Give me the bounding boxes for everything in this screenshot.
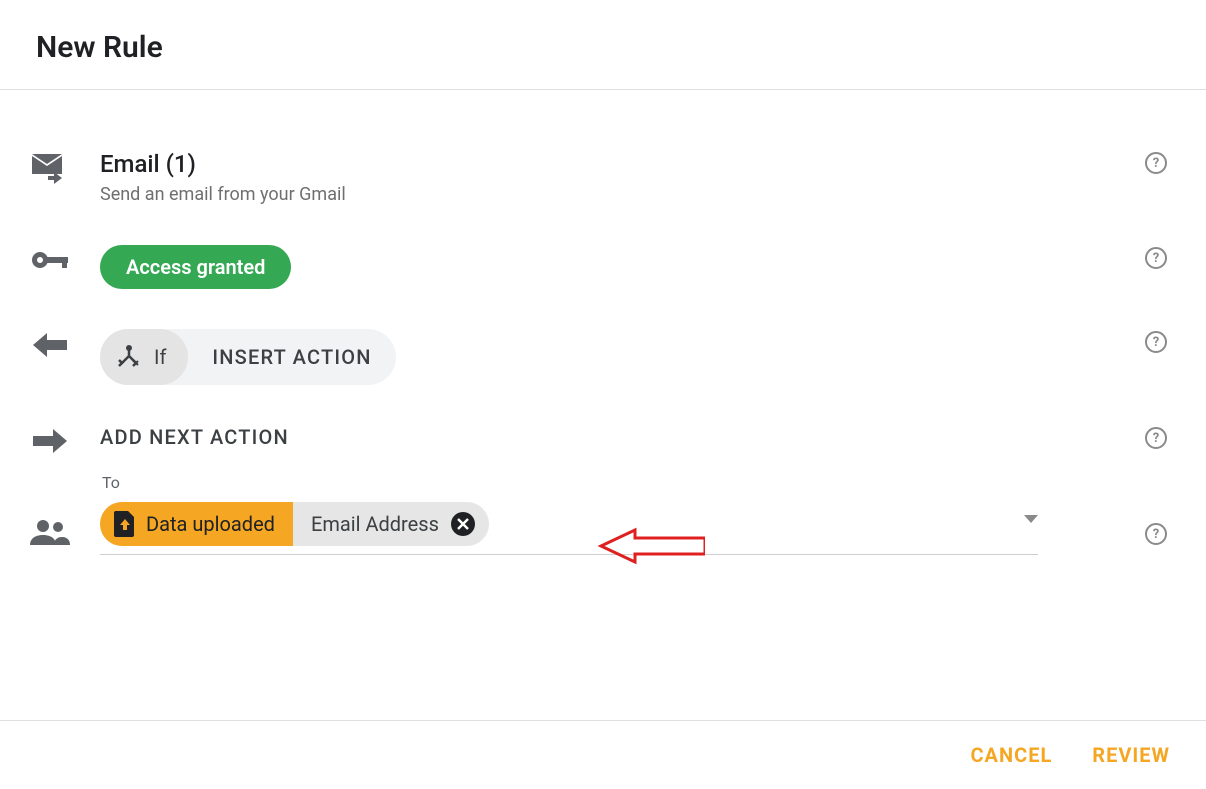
chip-field: Email Address (293, 502, 489, 546)
if-condition-chip[interactable]: If (100, 329, 188, 385)
review-button[interactable]: REVIEW (1092, 743, 1170, 767)
chip-source-label: Data uploaded (146, 512, 275, 536)
chip-field-label: Email Address (311, 512, 439, 536)
chip-source: Data uploaded (100, 502, 293, 546)
dropdown-caret-icon[interactable] (1024, 508, 1038, 527)
page-title: New Rule (36, 30, 1170, 65)
add-next-row: ADD NEXT ACTION ? (0, 405, 1206, 473)
email-forward-icon (0, 150, 100, 184)
arrow-right-icon (0, 425, 100, 453)
help-icon[interactable]: ? (1145, 247, 1167, 269)
email-title: Email (1) (100, 150, 1086, 178)
people-icon (0, 473, 100, 545)
if-label: If (154, 345, 166, 369)
to-field-label: To (102, 473, 1086, 492)
arrow-left-icon (0, 329, 100, 357)
dialog-header: New Rule (0, 0, 1206, 89)
access-granted-badge[interactable]: Access granted (100, 245, 291, 289)
recipient-chip[interactable]: Data uploaded Email Address (100, 502, 489, 546)
branch-icon (116, 344, 142, 370)
help-icon[interactable]: ? (1145, 331, 1167, 353)
email-row: Email (1) Send an email from your Gmail … (0, 130, 1206, 225)
add-next-action-label[interactable]: ADD NEXT ACTION (100, 425, 1086, 449)
to-chip-input[interactable]: Data uploaded Email Address (100, 502, 1038, 555)
remove-chip-button[interactable] (451, 512, 475, 536)
content-scroll[interactable]: Email (1) Send an email from your Gmail … (0, 90, 1206, 720)
insert-action-block[interactable]: If INSERT ACTION (100, 329, 396, 385)
cancel-button[interactable]: CANCEL (970, 743, 1052, 767)
help-icon[interactable]: ? (1145, 427, 1167, 449)
insert-action-row: If INSERT ACTION ? (0, 309, 1206, 405)
access-row: Access granted ? (0, 225, 1206, 309)
help-icon[interactable]: ? (1145, 523, 1167, 545)
key-icon (0, 245, 100, 271)
file-upload-icon (114, 511, 136, 537)
dialog-footer: CANCEL REVIEW (0, 720, 1206, 789)
email-subtitle: Send an email from your Gmail (100, 184, 1086, 205)
help-icon[interactable]: ? (1145, 152, 1167, 174)
to-row: To Data uploaded Email Address (0, 473, 1206, 575)
close-icon (457, 518, 469, 530)
insert-action-label: INSERT ACTION (188, 329, 395, 385)
